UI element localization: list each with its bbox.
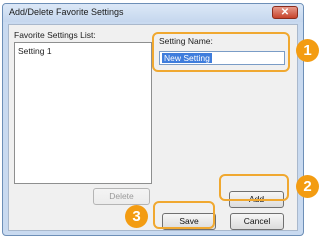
dialog-title: Add/Delete Favorite Settings bbox=[9, 7, 124, 17]
list-item-setting-1[interactable]: Setting 1 bbox=[18, 46, 52, 56]
cancel-button[interactable]: Cancel bbox=[230, 213, 284, 230]
close-icon: ✕ bbox=[280, 7, 290, 18]
title-bar[interactable]: Add/Delete Favorite Settings ✕ bbox=[3, 4, 303, 22]
close-button[interactable]: ✕ bbox=[272, 6, 298, 19]
callout-3: 3 bbox=[125, 205, 148, 228]
callout-1: 1 bbox=[296, 39, 319, 62]
delete-button[interactable]: Delete bbox=[93, 188, 150, 205]
favorite-settings-list-label: Favorite Settings List: bbox=[14, 30, 96, 40]
favorite-settings-list[interactable]: Setting 1 bbox=[14, 42, 152, 184]
save-button-highlight bbox=[153, 201, 215, 229]
setting-name-highlight bbox=[152, 32, 290, 72]
callout-2: 2 bbox=[296, 175, 319, 198]
add-button-highlight bbox=[219, 174, 289, 201]
